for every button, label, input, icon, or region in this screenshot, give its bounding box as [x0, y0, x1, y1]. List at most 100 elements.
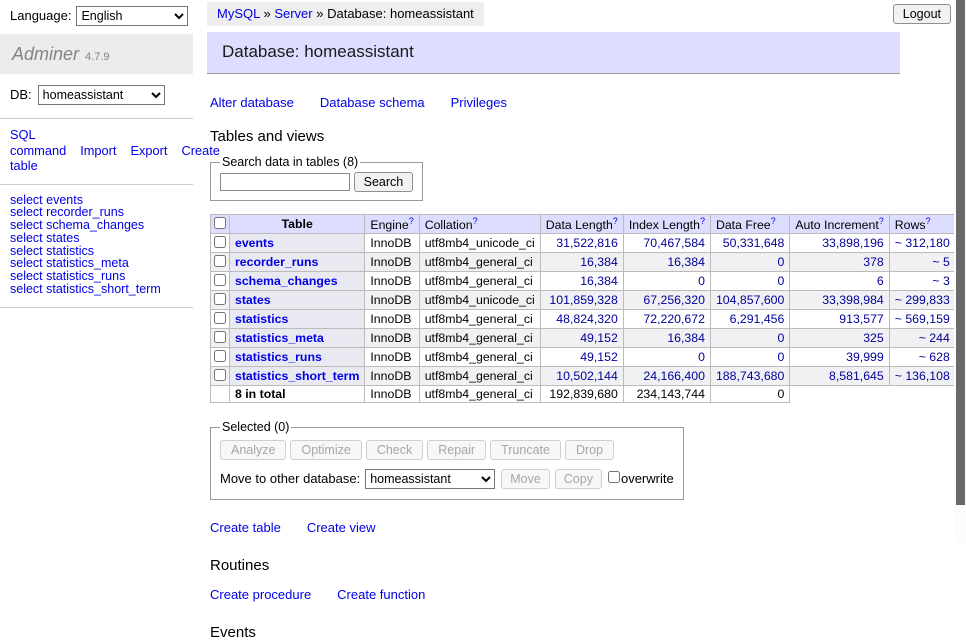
- collation-cell: utf8mb4_general_ci: [419, 367, 540, 386]
- create-link[interactable]: Create view: [307, 520, 376, 535]
- data-length-cell[interactable]: 49,152: [540, 348, 623, 367]
- create-link[interactable]: Create table: [210, 520, 281, 535]
- vertical-scrollbar-track[interactable]: [954, 0, 966, 543]
- table-name-link[interactable]: recorder_runs: [235, 255, 318, 269]
- rows-cell[interactable]: ~ 569,159: [889, 310, 955, 329]
- search-input[interactable]: [220, 173, 350, 191]
- truncate-button[interactable]: Truncate: [490, 440, 561, 460]
- data-free-cell[interactable]: 0: [710, 253, 789, 272]
- data-length-cell[interactable]: 31,522,816: [540, 234, 623, 253]
- auto-increment-cell[interactable]: 6: [790, 272, 889, 291]
- auto-increment-cell[interactable]: 378: [790, 253, 889, 272]
- data-length-cell[interactable]: 48,824,320: [540, 310, 623, 329]
- optimize-button[interactable]: Optimize: [290, 440, 361, 460]
- data-free-cell[interactable]: 188,743,680: [710, 367, 789, 386]
- data-length-cell[interactable]: 16,384: [540, 272, 623, 291]
- db-select[interactable]: homeassistant: [38, 85, 165, 105]
- auto-increment-cell[interactable]: 39,999: [790, 348, 889, 367]
- routine-link[interactable]: Create function: [337, 587, 425, 602]
- rows-cell[interactable]: ~ 136,108: [889, 367, 955, 386]
- routine-links: Create procedure Create function: [210, 587, 900, 602]
- row-checkbox[interactable]: [214, 236, 226, 248]
- table-name-link[interactable]: schema_changes: [235, 274, 338, 288]
- index-length-cell[interactable]: 0: [623, 272, 710, 291]
- row-checkbox[interactable]: [214, 293, 226, 305]
- auto-increment-cell[interactable]: 913,577: [790, 310, 889, 329]
- help-icon[interactable]: ?: [879, 216, 884, 226]
- routine-link[interactable]: Create procedure: [210, 587, 311, 602]
- auto-increment-cell[interactable]: 33,398,984: [790, 291, 889, 310]
- sidebar-action-link[interactable]: Import: [80, 143, 116, 158]
- help-icon[interactable]: ?: [700, 216, 705, 226]
- index-length-cell[interactable]: 70,467,584: [623, 234, 710, 253]
- rows-cell[interactable]: ~ 312,180: [889, 234, 955, 253]
- sidebar-action-link[interactable]: Export: [130, 143, 167, 158]
- auto-increment-cell[interactable]: 8,581,645: [790, 367, 889, 386]
- overwrite-label[interactable]: overwrite: [621, 471, 674, 486]
- table-name-link[interactable]: statistics_short_term: [235, 369, 359, 383]
- row-checkbox[interactable]: [214, 312, 226, 324]
- logout-button[interactable]: Logout: [893, 4, 951, 24]
- help-icon[interactable]: ?: [926, 216, 931, 226]
- help-icon[interactable]: ?: [409, 216, 414, 226]
- help-icon[interactable]: ?: [613, 216, 618, 226]
- sidebar-table-link[interactable]: select statistics_runs: [10, 270, 183, 283]
- move-db-select[interactable]: homeassistant: [365, 469, 495, 489]
- analyze-button[interactable]: Analyze: [220, 440, 286, 460]
- vertical-scrollbar-thumb[interactable]: [956, 0, 965, 505]
- index-length-cell[interactable]: 0: [623, 348, 710, 367]
- data-free-cell[interactable]: 6,291,456: [710, 310, 789, 329]
- rows-cell[interactable]: ~ 628: [889, 348, 955, 367]
- rows-cell[interactable]: ~ 299,833: [889, 291, 955, 310]
- table-name-link[interactable]: events: [235, 236, 274, 250]
- search-button[interactable]: Search: [354, 172, 414, 192]
- data-length-cell[interactable]: 101,859,328: [540, 291, 623, 310]
- rows-cell[interactable]: ~ 244: [889, 329, 955, 348]
- language-select[interactable]: English: [76, 6, 188, 26]
- rows-cell[interactable]: ~ 5: [889, 253, 955, 272]
- auto-increment-cell[interactable]: 325: [790, 329, 889, 348]
- index-length-cell[interactable]: 16,384: [623, 253, 710, 272]
- database-action-link[interactable]: Alter database: [210, 95, 294, 110]
- table-name-link[interactable]: statistics_meta: [235, 331, 324, 345]
- copy-button[interactable]: Copy: [555, 469, 602, 489]
- data-length-cell[interactable]: 49,152: [540, 329, 623, 348]
- database-action-link[interactable]: Database schema: [320, 95, 425, 110]
- select-all-checkbox[interactable]: [214, 217, 226, 229]
- row-checkbox[interactable]: [214, 331, 226, 343]
- help-icon[interactable]: ?: [771, 216, 776, 226]
- sidebar-table-link[interactable]: select schema_changes: [10, 219, 183, 232]
- help-icon[interactable]: ?: [473, 216, 478, 226]
- data-free-cell[interactable]: 0: [710, 329, 789, 348]
- data-length-cell[interactable]: 16,384: [540, 253, 623, 272]
- sidebar-action-link[interactable]: SQL command: [10, 127, 66, 158]
- repair-button[interactable]: Repair: [427, 440, 486, 460]
- data-free-cell[interactable]: 0: [710, 272, 789, 291]
- row-checkbox[interactable]: [214, 255, 226, 267]
- row-checkbox[interactable]: [214, 369, 226, 381]
- data-free-cell[interactable]: 0: [710, 348, 789, 367]
- overwrite-checkbox[interactable]: [608, 471, 620, 483]
- breadcrumb-link[interactable]: MySQL: [217, 6, 260, 21]
- breadcrumb-link[interactable]: Server: [274, 6, 312, 21]
- sidebar-table-link[interactable]: select statistics_short_term: [10, 283, 183, 296]
- move-button[interactable]: Move: [501, 469, 550, 489]
- data-free-cell[interactable]: 104,857,600: [710, 291, 789, 310]
- rows-cell[interactable]: ~ 3: [889, 272, 955, 291]
- row-checkbox[interactable]: [214, 274, 226, 286]
- auto-increment-cell[interactable]: 33,898,196: [790, 234, 889, 253]
- drop-button[interactable]: Drop: [565, 440, 614, 460]
- index-length-cell[interactable]: 72,220,672: [623, 310, 710, 329]
- index-length-cell[interactable]: 24,166,400: [623, 367, 710, 386]
- table-name-link[interactable]: statistics_runs: [235, 350, 322, 364]
- database-action-link[interactable]: Privileges: [451, 95, 507, 110]
- index-length-cell[interactable]: 67,256,320: [623, 291, 710, 310]
- row-checkbox[interactable]: [214, 350, 226, 362]
- data-length-cell[interactable]: 10,502,144: [540, 367, 623, 386]
- sidebar-table-link[interactable]: select states: [10, 232, 183, 245]
- table-name-link[interactable]: statistics: [235, 312, 288, 326]
- table-name-link[interactable]: states: [235, 293, 271, 307]
- index-length-cell[interactable]: 16,384: [623, 329, 710, 348]
- data-free-cell[interactable]: 50,331,648: [710, 234, 789, 253]
- check-button[interactable]: Check: [366, 440, 423, 460]
